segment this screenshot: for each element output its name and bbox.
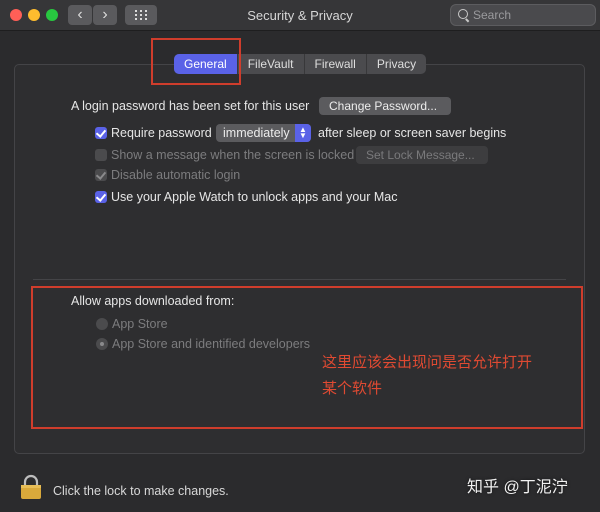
title-bar: ‹ › Security & Privacy <box>0 0 600 31</box>
show-message-label: Show a message when the screen is locked <box>111 148 355 162</box>
require-password-label: Require password <box>111 126 212 140</box>
change-password-button[interactable]: Change Password... <box>319 97 451 115</box>
annotation-note-line1: 这里应该会出现问是否允许打开 <box>322 354 533 371</box>
tab-privacy[interactable]: Privacy <box>367 54 426 74</box>
watermark-text: 知乎 @丁泥泞 <box>467 479 568 496</box>
tab-firewall[interactable]: Firewall <box>305 54 367 74</box>
disable-auto-login-label: Disable automatic login <box>111 168 241 182</box>
annotation-box-general-tab <box>151 38 241 85</box>
annotation-note-line2: 某个软件 <box>322 380 383 397</box>
after-sleep-text: after sleep or screen saver begins <box>318 126 507 140</box>
disable-auto-login-checkbox[interactable] <box>95 169 107 181</box>
section-divider <box>33 279 566 280</box>
tab-filevault[interactable]: FileVault <box>238 54 305 74</box>
require-password-value: immediately <box>223 126 290 140</box>
up-down-arrows-icon: ▲ ▼ <box>295 124 311 142</box>
require-password-checkbox[interactable] <box>95 127 107 139</box>
lock-icon[interactable] <box>20 474 42 500</box>
search-icon <box>458 9 468 19</box>
login-password-text: A login password has been set for this u… <box>71 99 310 113</box>
require-password-popup[interactable]: immediately ▲ ▼ <box>216 124 311 142</box>
apple-watch-label: Use your Apple Watch to unlock apps and … <box>111 190 398 204</box>
search-input[interactable] <box>473 8 589 22</box>
search-box[interactable] <box>450 4 596 26</box>
set-lock-message-button[interactable]: Set Lock Message... <box>356 146 488 164</box>
apple-watch-checkbox[interactable] <box>95 191 107 203</box>
show-message-checkbox[interactable] <box>95 149 107 161</box>
lock-instruction-text: Click the lock to make changes. <box>53 484 229 498</box>
